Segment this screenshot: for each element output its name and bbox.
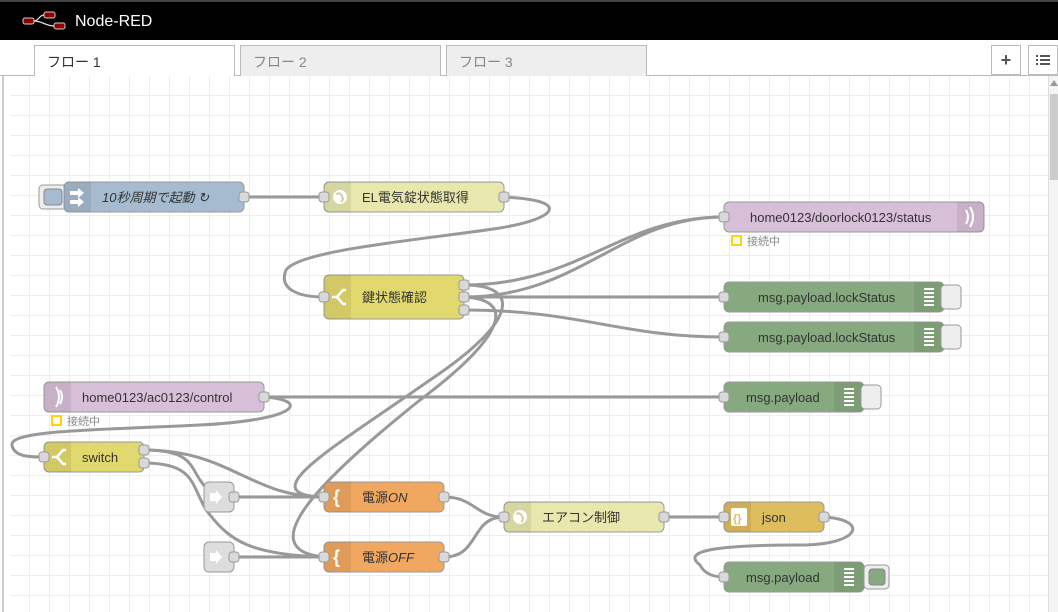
- template-brace-icon: {: [333, 547, 340, 567]
- wire[interactable]: [143, 461, 325, 559]
- input-port[interactable]: [718, 391, 730, 403]
- wire[interactable]: [443, 515, 505, 559]
- input-port[interactable]: [318, 491, 330, 503]
- output-port[interactable]: [228, 551, 240, 563]
- scrollbar-thumb[interactable]: [1050, 94, 1058, 180]
- node-label: EL電気錠状態取得: [362, 190, 469, 205]
- input-port[interactable]: [498, 511, 510, 523]
- switch-node[interactable]: switch: [38, 441, 150, 473]
- svg-text:{}: {}: [733, 513, 742, 525]
- node-label: home0123/ac0123/control: [82, 390, 232, 405]
- tab-flow-2[interactable]: フロー 2: [240, 45, 441, 76]
- debug-node[interactable]: msg.payload: [718, 381, 882, 413]
- status-indicator: [51, 415, 62, 426]
- inject-node[interactable]: 10秒周期で起動 ↻: [38, 181, 250, 213]
- scroll-up-arrow-icon[interactable]: [1050, 80, 1058, 86]
- output-port[interactable]: [818, 511, 830, 523]
- input-port[interactable]: [38, 451, 50, 463]
- node-label: 鍵状態確認: [362, 290, 427, 305]
- wire[interactable]: [291, 295, 498, 559]
- add-flow-button[interactable]: +: [991, 45, 1021, 75]
- node-label: switch: [82, 450, 118, 465]
- node-label: json: [761, 510, 786, 525]
- link-in-node[interactable]: [203, 481, 240, 513]
- node-status: 接続中: [747, 234, 780, 248]
- http-request-node[interactable]: エアコン制御: [498, 501, 670, 533]
- json-braces-icon: {}: [731, 508, 747, 526]
- workspace-tab-bar: フロー 1 フロー 2 フロー 3 +: [0, 40, 1058, 78]
- output-port[interactable]: [458, 291, 470, 303]
- plus-icon: +: [1000, 49, 1012, 70]
- output-port[interactable]: [138, 444, 150, 456]
- flow-canvas[interactable]: 10秒周期で起動 ↻ EL電気錠状態取得 鍵状態確認 home0123/door…: [10, 76, 1048, 612]
- debug-active-indicator: [868, 568, 886, 586]
- switch-node[interactable]: 鍵状態確認: [318, 274, 470, 320]
- node-red-logo-icon: [22, 11, 66, 30]
- node-label: 電源OFF: [362, 550, 415, 565]
- flow-workspace[interactable]: 10秒周期で起動 ↻ EL電気錠状態取得 鍵状態確認 home0123/door…: [10, 76, 1048, 612]
- output-port[interactable]: [458, 304, 470, 316]
- debug-node[interactable]: msg.payload: [718, 561, 890, 593]
- input-port[interactable]: [718, 571, 730, 583]
- globe-icon: [333, 190, 347, 204]
- node-label: home0123/doorlock0123/status: [750, 210, 932, 225]
- app-title: Node-RED: [75, 13, 153, 30]
- node-label: 10秒周期で起動 ↻: [102, 190, 209, 205]
- output-port[interactable]: [658, 511, 670, 523]
- debug-node[interactable]: msg.payload.lockStatus: [718, 321, 962, 353]
- node-label: msg.payload.lockStatus: [758, 330, 896, 345]
- template-node-on[interactable]: { 電源ON: [318, 481, 450, 513]
- template-node-off[interactable]: { 電源OFF: [318, 541, 450, 573]
- node-label: エアコン制御: [542, 510, 620, 525]
- output-port[interactable]: [238, 191, 250, 203]
- node-label: msg.payload: [746, 390, 820, 405]
- sidebar-splitter[interactable]: [2, 40, 4, 612]
- app-header: Node-RED: [0, 0, 1058, 40]
- output-port[interactable]: [258, 391, 270, 403]
- template-brace-icon: {: [333, 487, 340, 507]
- output-port[interactable]: [458, 279, 470, 291]
- input-port[interactable]: [318, 551, 330, 563]
- tab-label: フロー 2: [253, 54, 307, 70]
- node-label: 電源ON: [362, 490, 408, 505]
- wire[interactable]: [463, 308, 725, 339]
- node-label: msg.payload: [746, 570, 820, 585]
- http-request-node[interactable]: EL電気錠状態取得: [318, 181, 510, 213]
- tab-label: フロー 1: [47, 54, 101, 70]
- node-label: msg.payload.lockStatus: [758, 290, 896, 305]
- node-status: 接続中: [67, 414, 100, 428]
- tab-label: フロー 3: [459, 54, 513, 70]
- tab-flow-3[interactable]: フロー 3: [446, 45, 647, 76]
- link-in-node[interactable]: [203, 541, 240, 573]
- output-port[interactable]: [138, 457, 150, 469]
- output-port[interactable]: [228, 491, 240, 503]
- input-port[interactable]: [718, 291, 730, 303]
- debug-toggle-button[interactable]: [860, 384, 882, 410]
- output-port[interactable]: [498, 191, 510, 203]
- output-port[interactable]: [438, 491, 450, 503]
- mqtt-out-node[interactable]: home0123/doorlock0123/status 接続中: [718, 201, 985, 248]
- output-port[interactable]: [438, 551, 450, 563]
- status-indicator: [731, 235, 742, 246]
- list-icon: [1036, 55, 1050, 65]
- tab-flow-1[interactable]: フロー 1: [34, 45, 235, 78]
- globe-icon: [513, 510, 527, 524]
- wire[interactable]: [443, 495, 505, 519]
- debug-toggle-button[interactable]: [940, 284, 962, 310]
- input-port[interactable]: [718, 511, 730, 523]
- json-node[interactable]: {} json: [718, 501, 830, 533]
- list-flows-button[interactable]: [1028, 45, 1058, 75]
- debug-toggle-button[interactable]: [940, 324, 962, 350]
- input-port[interactable]: [318, 291, 330, 303]
- input-port[interactable]: [718, 211, 730, 223]
- input-port[interactable]: [718, 331, 730, 343]
- workspace-scrollbar[interactable]: [1048, 76, 1058, 612]
- debug-node[interactable]: msg.payload.lockStatus: [718, 281, 962, 313]
- input-port[interactable]: [318, 191, 330, 203]
